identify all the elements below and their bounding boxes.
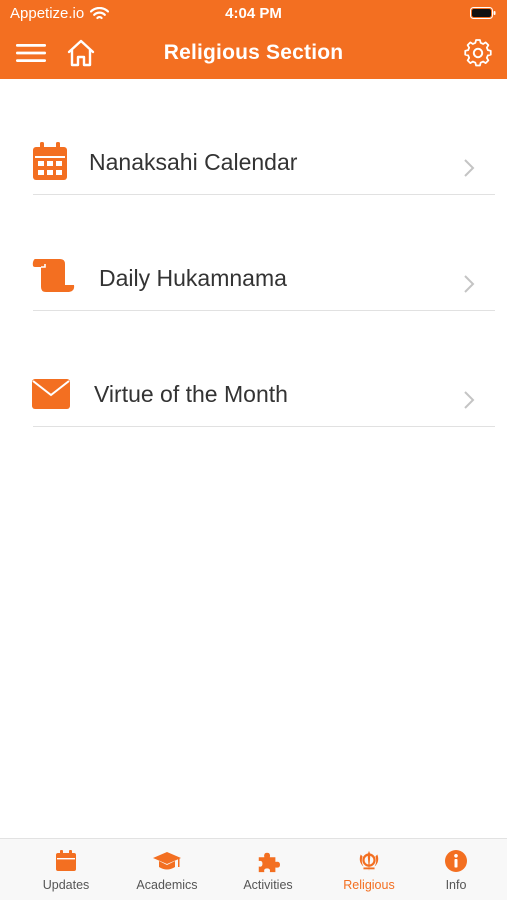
bottom-tab-bar: Updates Academics Activities Religious I… xyxy=(0,838,507,900)
nav-bar: Religious Section xyxy=(0,28,507,79)
tab-updates[interactable]: Updates xyxy=(16,839,116,901)
religious-menu-list: Nanaksahi Calendar Daily Hukamnama Virtu… xyxy=(0,79,507,427)
menu-item-nanaksahi-calendar[interactable]: Nanaksahi Calendar xyxy=(0,79,507,195)
khanda-icon xyxy=(359,850,379,872)
tab-label: Academics xyxy=(136,878,198,892)
gear-icon[interactable] xyxy=(463,38,493,68)
chevron-right-icon xyxy=(464,275,475,293)
puzzle-icon xyxy=(258,852,280,873)
page-title: Religious Section xyxy=(163,41,344,64)
calendar-icon xyxy=(56,850,76,871)
info-icon xyxy=(445,850,467,872)
status-bar: Appetize.io 4:04 PM xyxy=(0,0,507,28)
tab-academics[interactable]: Academics xyxy=(117,839,217,901)
menu-item-label: Daily Hukamnama xyxy=(99,265,287,291)
calendar-icon xyxy=(33,142,67,180)
tab-religious[interactable]: Religious xyxy=(319,839,419,901)
battery-icon xyxy=(470,7,496,19)
envelope-icon xyxy=(32,379,70,409)
app-header: Appetize.io 4:04 PM Religious Section xyxy=(0,0,507,79)
chevron-right-icon xyxy=(464,391,475,409)
tab-info[interactable]: Info xyxy=(406,839,506,901)
scroll-icon xyxy=(32,259,75,292)
menu-item-virtue-of-the-month[interactable]: Virtue of the Month xyxy=(0,311,507,427)
tab-label: Religious xyxy=(343,878,395,892)
tab-label: Activities xyxy=(243,878,293,892)
divider xyxy=(33,426,495,427)
tab-label: Info xyxy=(445,878,467,892)
graduation-cap-icon xyxy=(153,852,181,870)
tab-activities[interactable]: Activities xyxy=(218,839,318,901)
chevron-right-icon xyxy=(464,159,475,177)
tab-label: Updates xyxy=(42,878,90,892)
menu-item-label: Virtue of the Month xyxy=(94,381,288,407)
menu-item-daily-hukamnama[interactable]: Daily Hukamnama xyxy=(0,195,507,311)
menu-item-label: Nanaksahi Calendar xyxy=(89,149,298,175)
status-time: 4:04 PM xyxy=(225,5,282,22)
